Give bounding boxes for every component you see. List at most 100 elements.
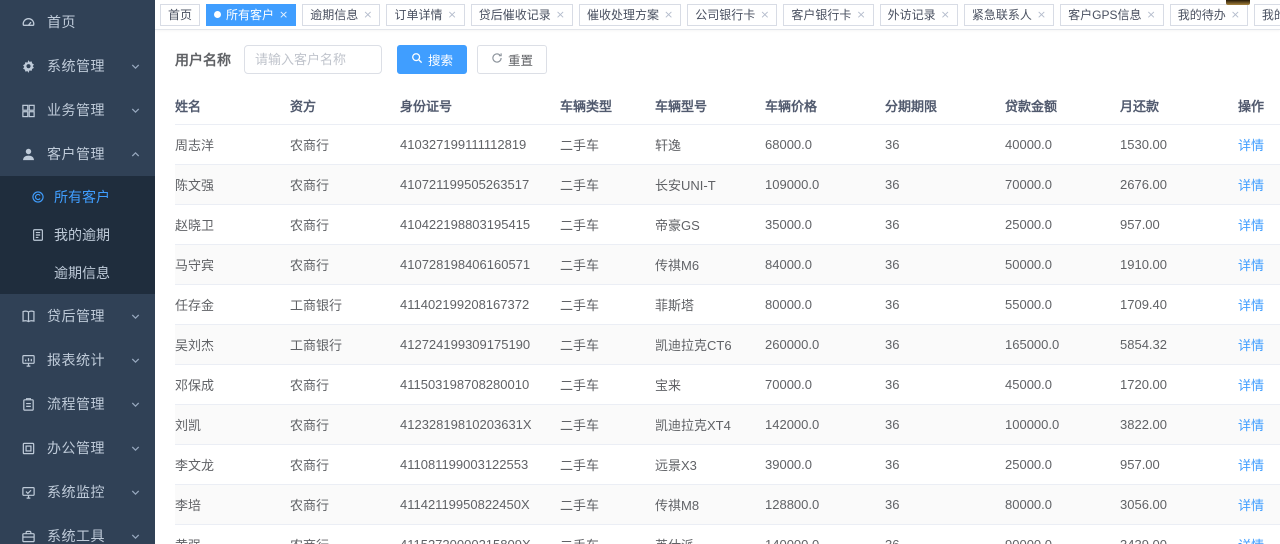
chevron-down-icon — [130, 311, 141, 322]
cell-0: 陈文强 — [175, 165, 290, 205]
cell-8: 957.00 — [1120, 445, 1238, 485]
search-form: 用户名称 搜索 重置 — [175, 45, 1262, 74]
table-row: 任存金工商银行411402199208167372二手车菲斯塔80000.036… — [175, 285, 1280, 325]
detail-link[interactable]: 详情 — [1238, 218, 1264, 233]
sidebar-item-all-customers[interactable]: 所有客户 — [0, 178, 155, 216]
detail-link[interactable]: 详情 — [1238, 138, 1264, 153]
cell-4: 传祺M6 — [655, 245, 765, 285]
detail-link[interactable]: 详情 — [1238, 258, 1264, 273]
cell-2: 410422198803195415 — [400, 205, 560, 245]
close-icon[interactable]: × — [448, 9, 457, 20]
tab-emergency-contacts[interactable]: 紧急联系人 × — [964, 4, 1054, 26]
chart-icon — [20, 352, 36, 368]
tab-label: 紧急联系人 — [972, 6, 1032, 23]
tab-overdue-info[interactable]: 逾期信息× — [302, 4, 380, 26]
tab-customer-bank-card[interactable]: 客户银行卡× — [783, 4, 873, 26]
dashboard-icon — [20, 14, 36, 30]
table-header-row: 姓名资方身份证号车辆类型车辆型号车辆价格分期期限贷款金额月还款操作 — [175, 87, 1280, 125]
tab-collection-records[interactable]: 贷后催收记录 × — [471, 4, 573, 26]
close-icon[interactable]: × — [664, 9, 673, 20]
cell-7: 70000.0 — [1005, 165, 1120, 205]
sidebar-item-system-monitor[interactable]: 系统监控 — [0, 470, 155, 514]
table-row: 陈文强农商行410721199505263517二手车长安UNI-T109000… — [175, 165, 1280, 205]
close-icon[interactable]: × — [1231, 9, 1240, 20]
cell-6: 36 — [885, 125, 1005, 165]
search-button[interactable]: 搜索 — [397, 45, 467, 74]
tab-label: 订单详情 — [394, 6, 442, 23]
cell-8: 2676.00 — [1120, 165, 1238, 205]
active-dot — [214, 11, 221, 18]
reset-button[interactable]: 重置 — [477, 45, 547, 74]
cell-3: 二手车 — [560, 125, 655, 165]
tab-visit-records[interactable]: 外访记录× — [880, 4, 958, 26]
cell-3: 二手车 — [560, 525, 655, 544]
tab-label: 客户GPS信息 — [1068, 6, 1141, 23]
tab-customer-gps[interactable]: 客户GPS信息 × — [1060, 4, 1164, 26]
cell-8: 3056.00 — [1120, 485, 1238, 525]
sidebar-item-process-mgmt[interactable]: 流程管理 — [0, 382, 155, 426]
close-icon[interactable]: × — [279, 9, 288, 20]
sidebar-item-report-stats[interactable]: 报表统计 — [0, 338, 155, 382]
sidebar-item-office-mgmt[interactable]: 办公管理 — [0, 426, 155, 470]
tab-home[interactable]: 首页 — [160, 4, 200, 26]
cell-6: 36 — [885, 285, 1005, 325]
sidebar-item-label: 客户管理 — [47, 144, 130, 164]
chevron-down-icon — [130, 487, 141, 498]
cell-3: 二手车 — [560, 485, 655, 525]
sidebar-item-my-overdue[interactable]: 我的逾期 — [0, 216, 155, 254]
sidebar-item-loan-mgmt[interactable]: 贷后管理 — [0, 294, 155, 338]
cell-3: 二手车 — [560, 445, 655, 485]
detail-link[interactable]: 详情 — [1238, 498, 1264, 513]
tab-order-detail[interactable]: 订单详情 × — [386, 4, 464, 26]
detail-link[interactable]: 详情 — [1238, 378, 1264, 393]
cell-8: 957.00 — [1120, 205, 1238, 245]
avatar-partial — [1226, 0, 1250, 5]
tab-company-bank-card[interactable]: 公司银行卡× — [687, 4, 777, 26]
detail-link[interactable]: 详情 — [1238, 418, 1264, 433]
detail-link[interactable]: 详情 — [1238, 458, 1264, 473]
sidebar-item-overdue-info[interactable]: 逾期信息 — [0, 254, 155, 292]
tab-collection-plan[interactable]: 催收处理方案× — [579, 4, 681, 26]
close-icon[interactable]: × — [1146, 9, 1155, 20]
cell-6: 36 — [885, 525, 1005, 544]
cell-4: 帝豪GS — [655, 205, 765, 245]
column-header-2: 身份证号 — [400, 87, 560, 125]
cell-2: 410721199505263517 — [400, 165, 560, 205]
cell-actions: 详情 — [1238, 325, 1280, 365]
chevron-down-icon — [130, 443, 141, 454]
table-row: 李文龙农商行411081199003122553二手车远景X339000.036… — [175, 445, 1280, 485]
detail-link[interactable]: 详情 — [1238, 338, 1264, 353]
cell-actions: 详情 — [1238, 485, 1280, 525]
close-icon[interactable]: × — [556, 9, 565, 20]
cell-7: 100000.0 — [1005, 405, 1120, 445]
chevron-down-icon — [130, 105, 141, 116]
sidebar-item-customer-mgmt[interactable]: 客户管理 — [0, 132, 155, 176]
search-input[interactable] — [244, 45, 382, 74]
tabs-bar: 首页所有客户×逾期信息×订单详情×贷后催收记录×催收处理方案×公司银行卡×客户银… — [155, 0, 1280, 30]
detail-link[interactable]: 详情 — [1238, 178, 1264, 193]
cell-5: 260000.0 — [765, 325, 885, 365]
close-icon[interactable]: × — [941, 9, 950, 20]
cell-5: 109000.0 — [765, 165, 885, 205]
cell-0: 任存金 — [175, 285, 290, 325]
detail-link[interactable]: 详情 — [1238, 538, 1264, 544]
tab-my-flows[interactable]: 我的流程× — [1254, 4, 1280, 26]
close-icon[interactable]: × — [363, 9, 372, 20]
tab-all-customers[interactable]: 所有客户× — [206, 4, 296, 26]
tab-my-todo[interactable]: 我的待办× — [1170, 4, 1248, 26]
sidebar-item-system-mgmt[interactable]: 系统管理 — [0, 44, 155, 88]
sidebar-item-system-tools[interactable]: 系统工具 — [0, 514, 155, 544]
cell-1: 农商行 — [290, 205, 400, 245]
cell-6: 36 — [885, 405, 1005, 445]
cell-actions: 详情 — [1238, 405, 1280, 445]
close-icon[interactable]: × — [1037, 9, 1046, 20]
detail-link[interactable]: 详情 — [1238, 298, 1264, 313]
cell-5: 84000.0 — [765, 245, 885, 285]
tab-label: 贷后催收记录 — [479, 6, 551, 23]
sidebar-item-business-mgmt[interactable]: 业务管理 — [0, 88, 155, 132]
cell-3: 二手车 — [560, 165, 655, 205]
close-icon[interactable]: × — [760, 9, 769, 20]
toolbox-icon — [20, 528, 36, 544]
sidebar-item-home[interactable]: 首页 — [0, 0, 155, 44]
close-icon[interactable]: × — [856, 9, 865, 20]
